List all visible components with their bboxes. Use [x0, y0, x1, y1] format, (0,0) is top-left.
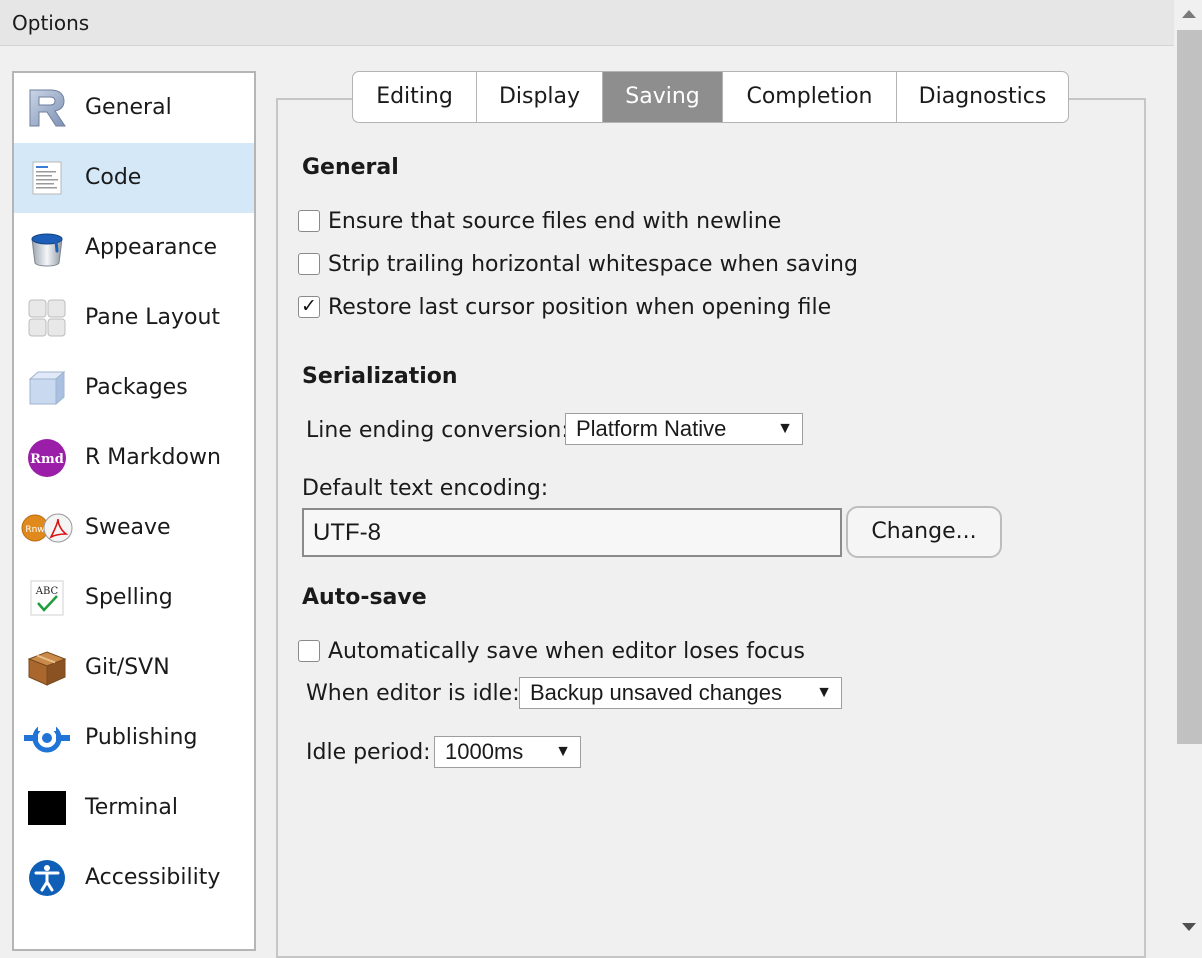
checkbox[interactable] — [298, 210, 320, 232]
checkbox-label: Strip trailing horizontal whitespace whe… — [328, 251, 858, 277]
option-ensure-newline[interactable]: Ensure that source files end with newlin… — [298, 208, 781, 234]
sidebar-item-label: Publishing — [85, 725, 198, 750]
accessibility-icon — [29, 860, 65, 896]
checkbox-label: Ensure that source files end with newlin… — [328, 208, 782, 234]
checkbox-label: Automatically save when editor loses foc… — [328, 638, 805, 664]
checkbox[interactable] — [298, 640, 320, 662]
change-encoding-button[interactable]: Change... — [846, 506, 1002, 558]
svg-text:ABC: ABC — [35, 586, 59, 597]
checkbox-label: Restore last cursor position when openin… — [328, 294, 832, 320]
chevron-down-icon: ▼ — [777, 420, 793, 437]
sidebar-item-label: Pane Layout — [85, 305, 221, 330]
scroll-down-arrow-icon[interactable] — [1182, 923, 1196, 931]
section-heading-serialization: Serialization — [302, 364, 458, 389]
sidebar-item-spelling[interactable]: ABC Spelling — [14, 563, 254, 633]
sidebar-item-terminal[interactable]: Terminal — [14, 773, 254, 843]
options-sidebar: General Code Appearance Pane Layout Pack… — [12, 71, 256, 951]
idle-period-select[interactable]: 1000ms ▼ — [434, 736, 581, 768]
scroll-up-arrow-icon[interactable] — [1182, 10, 1196, 18]
tab-completion[interactable]: Completion — [722, 71, 896, 123]
sidebar-item-git-svn[interactable]: Git/SVN — [14, 633, 254, 703]
package-box-icon — [28, 370, 66, 406]
spelling-icon: ABC — [30, 580, 64, 616]
paint-bucket-icon — [31, 233, 63, 267]
sidebar-item-label: Appearance — [85, 235, 218, 260]
select-value: Platform Native — [576, 416, 727, 441]
git-box-icon — [27, 651, 67, 686]
sweave-icon: Rnw — [21, 513, 73, 543]
sidebar-item-label: R Markdown — [85, 445, 221, 470]
svg-text:Rnw: Rnw — [25, 525, 44, 535]
publishing-icon — [24, 723, 70, 753]
sidebar-item-r-markdown[interactable]: Rmd R Markdown — [14, 423, 254, 493]
section-heading-general: General — [302, 155, 399, 180]
line-ending-select[interactable]: Platform Native ▼ — [565, 413, 803, 445]
sidebar-item-label: Sweave — [85, 515, 171, 540]
sidebar-item-code[interactable]: Code — [14, 143, 254, 213]
rmd-icon: Rmd — [28, 439, 66, 477]
encoding-field[interactable]: UTF-8 — [302, 508, 842, 557]
sidebar-item-packages[interactable]: Packages — [14, 353, 254, 423]
sidebar-item-accessibility[interactable]: Accessibility — [14, 843, 254, 913]
checkmark-icon: ✓ — [301, 295, 317, 317]
select-value: Backup unsaved changes — [530, 680, 782, 705]
line-ending-label: Line ending conversion: — [306, 418, 569, 443]
sidebar-item-label: Terminal — [85, 795, 178, 820]
sidebar-item-label: Git/SVN — [85, 655, 170, 680]
sidebar-item-label: General — [85, 95, 172, 120]
tab-editing[interactable]: Editing — [352, 71, 476, 123]
chevron-down-icon: ▼ — [555, 743, 571, 760]
sidebar-item-pane-layout[interactable]: Pane Layout — [14, 283, 254, 353]
window-title: Options — [0, 0, 1174, 46]
option-autosave-focus[interactable]: Automatically save when editor loses foc… — [298, 638, 805, 664]
svg-text:Rmd: Rmd — [30, 452, 64, 467]
tab-display[interactable]: Display — [476, 71, 602, 123]
terminal-icon — [28, 791, 66, 825]
sidebar-item-general[interactable]: General — [14, 73, 254, 143]
sidebar-item-label: Packages — [85, 375, 188, 400]
sidebar-item-appearance[interactable]: Appearance — [14, 213, 254, 283]
option-restore-cursor[interactable]: ✓ Restore last cursor position when open… — [298, 294, 831, 320]
checkbox[interactable] — [298, 253, 320, 275]
tab-saving[interactable]: Saving — [602, 71, 722, 123]
encoding-label: Default text encoding: — [302, 476, 549, 501]
chevron-down-icon: ▼ — [816, 684, 832, 701]
sidebar-item-sweave[interactable]: Rnw Sweave — [14, 493, 254, 563]
idle-action-label: When editor is idle: — [306, 681, 520, 706]
code-document-icon — [32, 161, 62, 195]
select-value: 1000ms — [445, 739, 524, 764]
option-strip-whitespace[interactable]: Strip trailing horizontal whitespace whe… — [298, 251, 858, 277]
sidebar-item-publishing[interactable]: Publishing — [14, 703, 254, 773]
tab-diagnostics[interactable]: Diagnostics — [896, 71, 1069, 123]
idle-period-label: Idle period: — [306, 740, 431, 765]
sidebar-item-label: Spelling — [85, 585, 173, 610]
sidebar-item-label: Code — [85, 165, 142, 190]
scrollbar-thumb[interactable] — [1177, 30, 1202, 744]
idle-action-select[interactable]: Backup unsaved changes ▼ — [519, 677, 842, 709]
section-heading-autosave: Auto-save — [302, 585, 427, 610]
options-tabs: Editing Display Saving Completion Diagno… — [352, 71, 1069, 123]
sidebar-item-label: Accessibility — [85, 865, 221, 890]
r-logo-icon — [29, 89, 66, 127]
pane-layout-icon — [28, 299, 66, 337]
checkbox-checked[interactable]: ✓ — [298, 295, 320, 318]
